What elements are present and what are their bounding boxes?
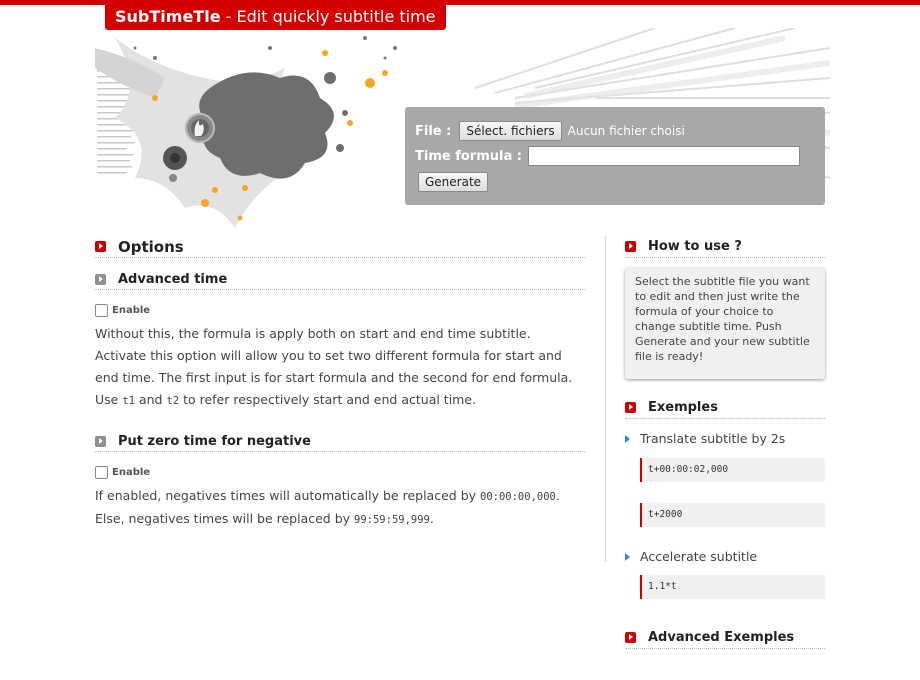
zero-negative-enable-label: Enable bbox=[112, 467, 151, 478]
zero-negative-line2-end: . bbox=[429, 511, 434, 526]
triangle-bullet-icon bbox=[625, 552, 630, 561]
zero-negative-enable-row: Enable bbox=[95, 466, 585, 479]
column-divider bbox=[605, 236, 606, 561]
zero-negative-line1: If enabled, negatives times will automat… bbox=[95, 485, 585, 508]
file-row: File : Sélect. fichiers Aucun fichier ch… bbox=[415, 121, 685, 141]
options-column: Options Advanced time Enable Without thi… bbox=[95, 236, 585, 531]
red-arrow-icon bbox=[625, 241, 636, 252]
file-label: File : bbox=[415, 123, 452, 139]
file-status: Aucun fichier choisi bbox=[567, 124, 685, 138]
code-t1: t1 bbox=[122, 395, 135, 407]
zero-negative-line2-text: Else, negatives times will be replaced b… bbox=[95, 511, 355, 526]
formula-label: Time formula : bbox=[415, 148, 522, 164]
code-zero-time: 00:00:00,000 bbox=[480, 491, 556, 503]
zero-negative-line2: Else, negatives times will be replaced b… bbox=[95, 508, 585, 531]
red-arrow-icon bbox=[625, 402, 636, 413]
triangle-bullet-icon bbox=[625, 434, 630, 443]
advanced-time-enable-row: Enable bbox=[95, 304, 585, 317]
exemples-heading: Exemples bbox=[625, 397, 825, 419]
advanced-time-description: Without this, the formula is apply both … bbox=[95, 323, 585, 412]
help-sidebar: How to use ? Select the subtitle file yo… bbox=[625, 236, 825, 649]
how-to-use-heading: How to use ? bbox=[625, 236, 825, 258]
how-to-use-text: Select the subtitle file you want to edi… bbox=[635, 275, 810, 363]
example-label: Accelerate subtitle bbox=[640, 549, 758, 564]
zero-negative-checkbox[interactable] bbox=[95, 466, 108, 479]
example-item: Translate subtitle by 2s bbox=[625, 431, 825, 446]
zero-negative-line1-end: . bbox=[555, 488, 560, 503]
example-item: Accelerate subtitle bbox=[625, 549, 825, 564]
app-title-tab: SubTimeTle - Edit quickly subtitle time bbox=[105, 4, 446, 30]
advanced-exemples-heading: Advanced Exemples bbox=[625, 627, 825, 649]
upload-form-panel: File : Sélect. fichiers Aucun fichier ch… bbox=[405, 107, 825, 205]
code-t2: t2 bbox=[166, 395, 180, 407]
exemples-title: Exemples bbox=[648, 400, 718, 415]
how-to-use-title: How to use ? bbox=[648, 239, 742, 254]
example-code: t+2000 bbox=[640, 503, 825, 527]
advanced-time-desc-part2: and bbox=[134, 392, 167, 407]
grey-arrow-icon bbox=[95, 274, 106, 285]
example-code: 1.1*t bbox=[640, 575, 825, 599]
app-name: SubTimeTle bbox=[115, 7, 221, 26]
app-tagline: - Edit quickly subtitle time bbox=[220, 7, 436, 26]
code-max-time: 99:59:59,999 bbox=[354, 514, 430, 526]
formula-row: Time formula : bbox=[415, 146, 800, 166]
generate-button[interactable]: Generate bbox=[418, 172, 489, 192]
advanced-time-desc-part3: to refer respectively start and end actu… bbox=[179, 392, 477, 407]
select-files-button[interactable]: Sélect. fichiers bbox=[459, 121, 562, 141]
advanced-time-title: Advanced time bbox=[118, 272, 228, 287]
options-heading: Options bbox=[95, 236, 585, 258]
time-formula-input[interactable] bbox=[527, 146, 800, 166]
example-code: t+00:00:02,000 bbox=[640, 458, 825, 482]
advanced-time-heading: Advanced time bbox=[95, 270, 585, 290]
zero-negative-heading: Put zero time for negative bbox=[95, 432, 585, 452]
example-label: Translate subtitle by 2s bbox=[640, 431, 786, 446]
red-arrow-icon bbox=[95, 241, 106, 252]
generate-row: Generate bbox=[418, 172, 489, 192]
red-arrow-icon bbox=[625, 632, 636, 643]
advanced-time-checkbox[interactable] bbox=[95, 304, 108, 317]
zero-negative-title: Put zero time for negative bbox=[118, 434, 311, 449]
grey-arrow-icon bbox=[95, 436, 106, 447]
options-title: Options bbox=[118, 237, 184, 256]
advanced-exemples-title: Advanced Exemples bbox=[648, 630, 795, 645]
zero-negative-line1-text: If enabled, negatives times will automat… bbox=[95, 488, 480, 503]
how-to-use-box: Select the subtitle file you want to edi… bbox=[625, 268, 825, 379]
advanced-time-enable-label: Enable bbox=[112, 305, 151, 316]
